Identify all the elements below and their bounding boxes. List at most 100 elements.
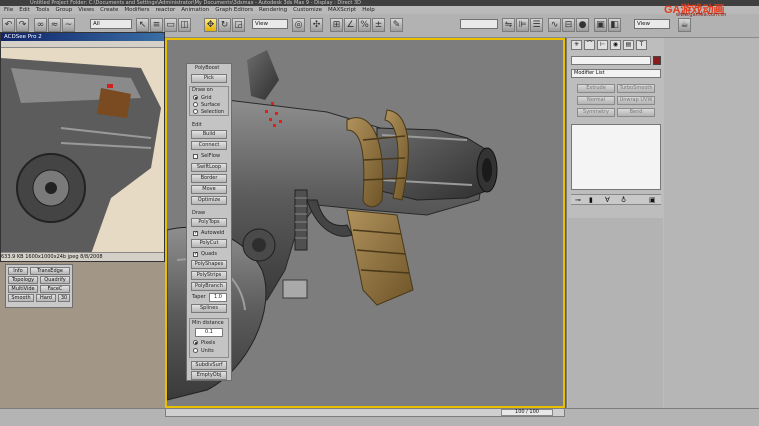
bend-button[interactable]: Bend xyxy=(617,108,655,117)
configure-sets-icon[interactable]: ▣ xyxy=(649,196,656,204)
unwrap-uvw-button[interactable]: Unwrap UVW xyxy=(617,96,655,105)
quadrify-button[interactable]: Quadrify xyxy=(40,276,70,284)
autoweld-checkbox[interactable]: ✓ xyxy=(193,231,198,236)
splines-button[interactable]: Splines xyxy=(191,304,227,313)
build-button[interactable]: Build xyxy=(191,130,227,139)
polyshapes-button[interactable]: PolyShapes xyxy=(191,260,227,269)
curve-editor-icon[interactable]: ∿ xyxy=(548,18,561,32)
reference-coordinate-dropdown[interactable]: View xyxy=(252,19,288,29)
emptyobj-button[interactable]: EmptyObj xyxy=(191,371,227,380)
object-color-swatch[interactable] xyxy=(653,56,661,65)
smooth-angle-field[interactable]: 30 xyxy=(58,294,70,302)
menu-animation[interactable]: Animation xyxy=(181,6,209,14)
render-type-dropdown[interactable]: View xyxy=(634,19,670,29)
smooth-button[interactable]: Smooth xyxy=(8,294,34,302)
optimize-button[interactable]: Optimize xyxy=(191,196,227,205)
select-object-icon[interactable]: ↖ xyxy=(136,18,149,32)
normal-button[interactable]: Normal xyxy=(577,96,615,105)
move-button[interactable]: Move xyxy=(191,185,227,194)
rect-selection-icon[interactable]: ▭ xyxy=(164,18,177,32)
polystrips-button[interactable]: PolyStrips xyxy=(191,271,227,280)
layer-manager-icon[interactable]: ☰ xyxy=(530,18,543,32)
make-unique-icon[interactable]: ∀ xyxy=(605,196,610,204)
motion-icon[interactable]: ◉ xyxy=(610,40,621,50)
material-editor-icon[interactable]: ● xyxy=(576,18,589,32)
draw-on-grid-radio[interactable] xyxy=(193,95,198,100)
undo-icon[interactable]: ↶ xyxy=(2,18,15,32)
units-pixels-radio[interactable] xyxy=(193,340,198,345)
extrude-button[interactable]: Extrude xyxy=(577,84,615,93)
named-selection-dropdown[interactable] xyxy=(460,19,498,29)
selection-filter-dropdown[interactable]: All xyxy=(90,19,132,29)
show-end-result-icon[interactable]: ▮ xyxy=(589,196,593,204)
menu-tools[interactable]: Tools xyxy=(36,6,50,14)
pivot-center-icon[interactable]: ◎ xyxy=(292,18,305,32)
border-button[interactable]: Border xyxy=(191,174,227,183)
swiftloop-button[interactable]: SwiftLoop xyxy=(191,163,227,172)
spinner-snap-icon[interactable]: ± xyxy=(372,18,385,32)
align-icon[interactable]: ⊫ xyxy=(516,18,529,32)
snap-toggle-icon[interactable]: ⊞ xyxy=(330,18,343,32)
menu-modifiers[interactable]: Modifiers xyxy=(124,6,149,14)
subdivsurf-button[interactable]: SubdivSurf xyxy=(191,361,227,370)
transedge-button[interactable]: TransEdge xyxy=(30,267,70,275)
angle-snap-icon[interactable]: ∠ xyxy=(344,18,357,32)
menu-graph-editors[interactable]: Graph Editors xyxy=(215,6,253,14)
min-distance-field[interactable]: 0.1 xyxy=(195,328,223,337)
link-icon[interactable]: ∞ xyxy=(34,18,47,32)
create-icon[interactable]: ✳ xyxy=(571,40,582,50)
draw-on-surface-radio[interactable] xyxy=(193,102,198,107)
units-units-radio[interactable] xyxy=(193,348,198,353)
schematic-view-icon[interactable]: ⊟ xyxy=(562,18,575,32)
utilities-icon[interactable]: T xyxy=(636,40,647,50)
hierarchy-icon[interactable]: ⊢ xyxy=(597,40,608,50)
menu-maxscript[interactable]: MAXScript xyxy=(328,6,356,14)
percent-snap-icon[interactable]: % xyxy=(358,18,371,32)
quads-checkbox[interactable]: ✓ xyxy=(193,252,198,257)
modifier-list-dropdown[interactable]: Modifier List xyxy=(571,69,661,78)
turbosmooth-button[interactable]: TurboSmooth xyxy=(617,84,655,93)
polycut-button[interactable]: PolyCut xyxy=(191,239,227,248)
redo-icon[interactable]: ↷ xyxy=(16,18,29,32)
menu-reactor[interactable]: reactor xyxy=(156,6,176,14)
info-button[interactable]: Info xyxy=(8,267,28,275)
modify-icon[interactable]: ⌒ xyxy=(584,40,595,50)
modifier-stack-list[interactable] xyxy=(571,124,661,190)
object-name-field[interactable] xyxy=(571,56,651,65)
render-setup-icon[interactable]: ▣ xyxy=(594,18,607,32)
draw-on-selection-radio[interactable] xyxy=(193,109,198,114)
select-manipulate-icon[interactable]: ✣ xyxy=(310,18,323,32)
menu-edit[interactable]: Edit xyxy=(19,6,30,14)
hard-button[interactable]: Hard xyxy=(36,294,56,302)
selflow-checkbox[interactable] xyxy=(193,154,198,159)
topology-button[interactable]: Topology xyxy=(8,276,38,284)
menu-views[interactable]: Views xyxy=(78,6,94,14)
multivide-button[interactable]: MultiVide xyxy=(8,285,38,293)
pick-button[interactable]: Pick xyxy=(191,74,227,83)
facec-button[interactable]: FaceC xyxy=(40,285,70,293)
select-scale-icon[interactable]: ◲ xyxy=(232,18,245,32)
render-frame-icon[interactable]: ◧ xyxy=(608,18,621,32)
quick-render-icon[interactable]: ☕ xyxy=(678,18,691,32)
taper-field[interactable]: 1.0 xyxy=(209,293,227,302)
menu-rendering[interactable]: Rendering xyxy=(259,6,287,14)
connect-button[interactable]: Connect xyxy=(191,141,227,150)
menu-customize[interactable]: Customize xyxy=(293,6,322,14)
menu-help[interactable]: Help xyxy=(362,6,375,14)
select-move-icon[interactable]: ✥ xyxy=(204,18,217,32)
symmetry-button[interactable]: Symmetry xyxy=(577,108,615,117)
select-rotate-icon[interactable]: ↻ xyxy=(218,18,231,32)
mirror-icon[interactable]: ⇋ xyxy=(502,18,515,32)
menu-file[interactable]: File xyxy=(4,6,13,14)
display-icon[interactable]: ▤ xyxy=(623,40,634,50)
menu-group[interactable]: Group xyxy=(55,6,72,14)
polybranch-button[interactable]: PolyBranch xyxy=(191,282,227,291)
pin-stack-icon[interactable]: ⊸ xyxy=(575,196,581,204)
menu-create[interactable]: Create xyxy=(100,6,118,14)
select-by-name-icon[interactable]: ≡ xyxy=(150,18,163,32)
unlink-icon[interactable]: ≈ xyxy=(48,18,61,32)
reference-image-window[interactable]: ACDSee Pro 2 633.9 KB 1600x1000x24b jpeg… xyxy=(0,32,165,262)
window-crossing-icon[interactable]: ◫ xyxy=(178,18,191,32)
polytops-button[interactable]: PolyTops xyxy=(191,218,227,227)
named-selection-icon[interactable]: ✎ xyxy=(390,18,403,32)
